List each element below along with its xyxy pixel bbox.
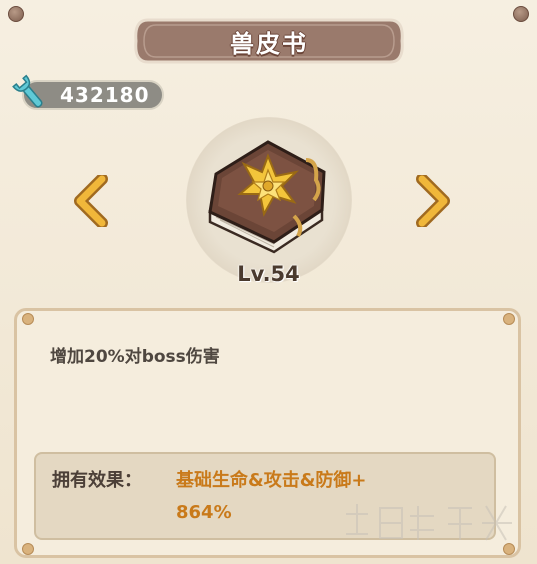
- owned-effect-value-continued: 864%: [176, 502, 232, 523]
- currency-amount: 432180: [60, 83, 150, 107]
- page-title: 兽皮书: [230, 29, 308, 58]
- leather-book-icon: [208, 140, 326, 254]
- item-description: 增加20%对boss伤害: [50, 347, 220, 367]
- chevron-left-icon[interactable]: [72, 175, 112, 227]
- wrench-icon: [12, 74, 43, 108]
- owned-effect-value: 基础生命&攻击&防御+: [176, 470, 367, 491]
- panel-corner-stud: [503, 313, 515, 325]
- watermark-logo: [346, 504, 512, 541]
- corner-rivet: [513, 6, 529, 22]
- item-level: Lv.54: [237, 262, 300, 286]
- title-banner: 兽皮书: [134, 14, 404, 68]
- panel-corner-stud: [22, 543, 34, 555]
- panel-corner-stud: [22, 313, 34, 325]
- owned-effect-label: 拥有效果：: [52, 470, 142, 491]
- chevron-right-icon[interactable]: [412, 175, 452, 227]
- corner-rivet: [8, 6, 24, 22]
